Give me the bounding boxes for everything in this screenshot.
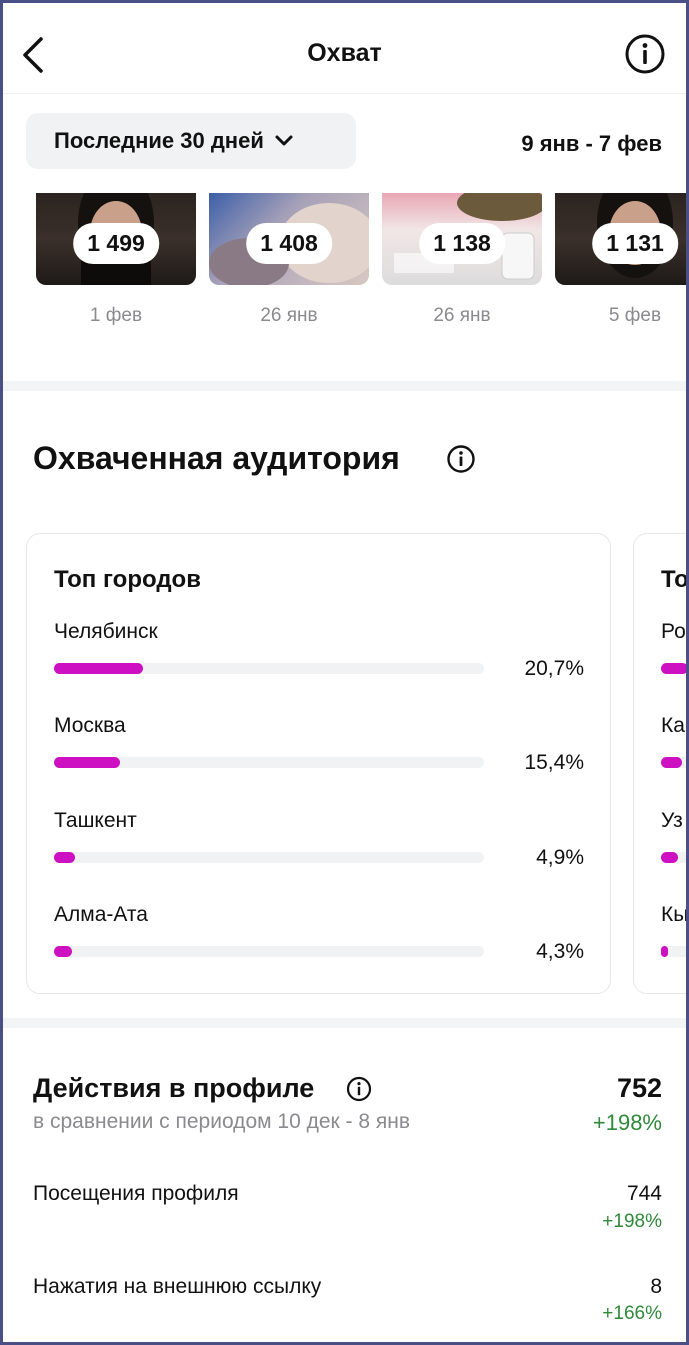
city-percent: 4,9%	[536, 846, 584, 869]
city-percent: 4,3%	[536, 940, 584, 963]
card-item-label: Ка	[661, 714, 685, 737]
post-date: 26 янв	[433, 305, 491, 326]
post-date: 26 янв	[260, 305, 318, 326]
section-title-profile-actions: Действия в профиле	[33, 1073, 315, 1103]
chevron-down-icon	[275, 135, 293, 146]
reach-count-badge: 1 131	[592, 223, 678, 264]
city-share-bar	[54, 757, 484, 768]
post-thumbnail[interactable]: 1 499	[36, 193, 196, 285]
top-bar: Охват	[3, 3, 686, 94]
city-percent: 20,7%	[524, 657, 584, 680]
card-item-label: Кы	[661, 903, 689, 926]
metric-value: 744	[626, 1182, 662, 1205]
share-bar	[661, 757, 686, 768]
metric-label-profile-visits: Посещения профиля	[33, 1182, 239, 1205]
comparison-period: в сравнении с периодом 10 дек - 8 янв	[33, 1110, 411, 1133]
info-icon	[625, 34, 665, 74]
info-icon[interactable]	[346, 1076, 372, 1102]
share-fill	[661, 946, 668, 957]
card-item-label: Ро	[661, 620, 686, 643]
next-card-partial[interactable]: То Ро Ка Уз Кы	[633, 533, 689, 994]
post-thumbnail[interactable]: 1 408	[209, 193, 369, 285]
metric-delta: +198%	[602, 1211, 662, 1232]
post-thumbnail[interactable]: 1 138	[382, 193, 542, 285]
city-share-bar	[54, 946, 484, 957]
reach-count-badge: 1 499	[73, 223, 159, 264]
date-range: 9 янв - 7 фев	[521, 131, 662, 156]
city-name: Челябинск	[54, 620, 158, 643]
post-date: 1 фев	[89, 305, 143, 326]
period-label: Последние 30 дней	[54, 128, 264, 153]
city-name: Алма-Ата	[54, 903, 148, 926]
period-dropdown[interactable]: Последние 30 дней	[26, 113, 356, 169]
post-thumbnail[interactable]: 1 131	[555, 193, 686, 285]
city-share-fill	[54, 757, 121, 768]
metric-delta: +166%	[602, 1303, 662, 1324]
section-divider	[3, 1018, 686, 1028]
top-cities-card[interactable]: Топ городов Челябинск 20,7% Москва 15,4%…	[26, 533, 611, 994]
reach-count-badge: 1 138	[419, 223, 505, 264]
profile-actions-total: 752	[616, 1073, 662, 1103]
post-date: 5 фев	[608, 305, 662, 326]
card-title: Топ городов	[54, 566, 201, 593]
profile-actions-change: +198%	[592, 1110, 662, 1135]
metric-label-link-taps: Нажатия на внешнюю ссылку	[33, 1275, 322, 1298]
share-fill	[661, 757, 682, 768]
city-name: Москва	[54, 714, 126, 737]
city-name: Ташкент	[54, 809, 137, 832]
city-share-bar	[54, 852, 484, 863]
city-share-fill	[54, 663, 143, 674]
reach-count-badge: 1 408	[246, 223, 332, 264]
top-posts-strip: 1 499 1 фев 1 408 26 янв 1 138 26 янв 1 …	[3, 193, 686, 343]
share-bar	[661, 946, 686, 957]
info-icon[interactable]	[446, 444, 476, 474]
info-button[interactable]	[624, 33, 666, 75]
section-divider	[3, 381, 686, 391]
share-bar	[661, 852, 686, 863]
section-title-audience: Охваченная аудитория	[33, 440, 400, 476]
card-item-label: Уз	[661, 809, 683, 832]
city-share-bar	[54, 663, 484, 674]
city-percent: 15,4%	[524, 751, 584, 774]
city-share-fill	[54, 946, 73, 957]
share-bar	[661, 663, 686, 674]
share-fill	[661, 663, 686, 674]
metric-value: 8	[650, 1275, 662, 1298]
card-title: То	[661, 566, 689, 593]
page-title: Охват	[307, 39, 382, 67]
share-fill	[661, 852, 678, 863]
city-share-fill	[54, 852, 76, 863]
reach-screen: Охват Последние 30 дней 9 янв - 7 фев 1 …	[0, 0, 689, 1345]
